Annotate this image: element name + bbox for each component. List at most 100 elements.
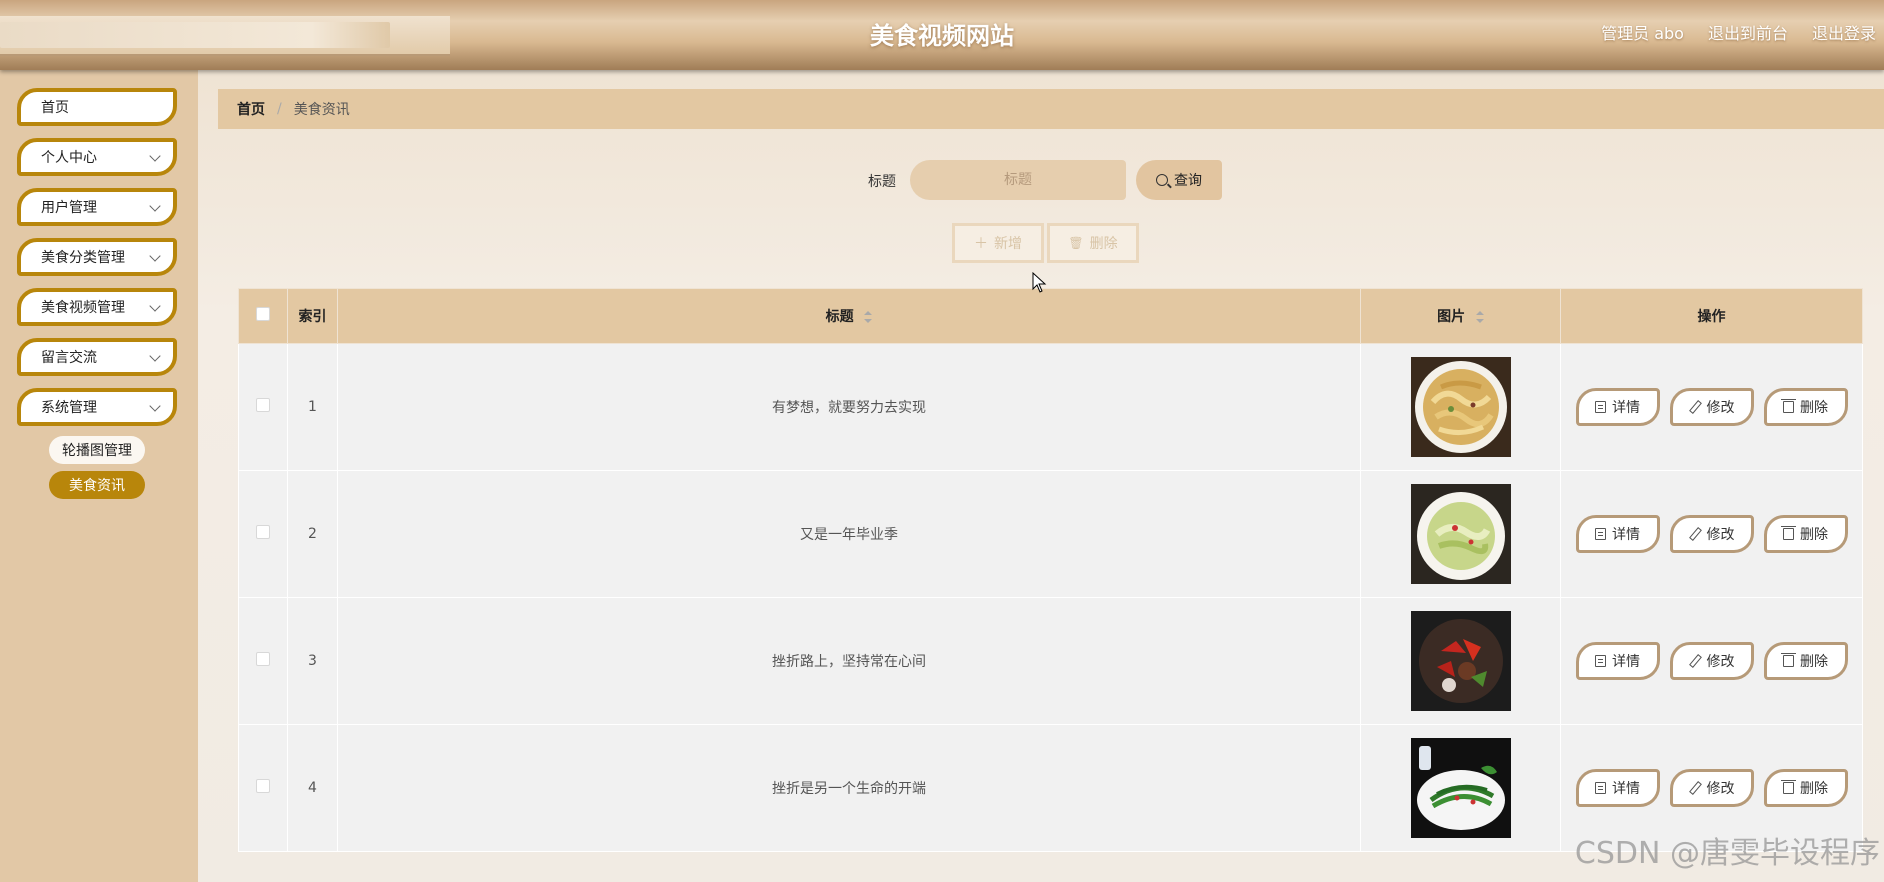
batch-delete-button[interactable]: 🗑 删除 (1047, 223, 1139, 263)
detail-button[interactable]: 详情 (1575, 642, 1660, 680)
plus-icon: ＋ (974, 236, 988, 252)
pencil-icon (1689, 782, 1701, 794)
edit-button[interactable]: 修改 (1669, 769, 1754, 807)
pasta-dish-icon[interactable] (1410, 357, 1511, 457)
sort-icon[interactable] (1475, 311, 1484, 323)
sidebar-item-label: 留言交流 (41, 350, 97, 366)
table-header-row: 索引 标题 图片 操作 (238, 288, 1863, 344)
add-button-label: 新增 (994, 236, 1022, 252)
watermark: CSDN @唐雯毕设程序 (1574, 836, 1880, 871)
sidebar-item-personal-center[interactable]: 个人中心 (17, 138, 177, 176)
delete-button-label: 删除 (1800, 527, 1828, 543)
sort-icon[interactable] (864, 311, 873, 323)
main-content: 首页 / 美食资讯 标题 查询 ＋ 新增 🗑 删除 索引 标题 (198, 70, 1884, 882)
row-image-cell (1360, 343, 1561, 471)
header-operation: 操作 (1560, 288, 1863, 344)
row-checkbox[interactable] (255, 525, 270, 539)
delete-button[interactable]: 删除 (1763, 515, 1848, 553)
header-index: 索引 (286, 288, 338, 344)
edit-button-label: 修改 (1706, 654, 1735, 670)
detail-button[interactable]: 详情 (1575, 769, 1660, 807)
trash-icon (1781, 780, 1796, 794)
chevron-down-icon (149, 400, 161, 412)
mouse-cursor-icon (1032, 272, 1047, 293)
cabbage-dish-icon[interactable] (1410, 484, 1511, 584)
row-checkbox[interactable] (255, 652, 270, 666)
sidebar-subitem-food-news[interactable]: 美食资讯 (49, 471, 145, 499)
top-bar-decoration (0, 16, 450, 56)
chevron-down-icon (149, 150, 161, 162)
delete-button[interactable]: 删除 (1763, 388, 1848, 426)
row-checkbox[interactable] (255, 398, 270, 412)
header-title-label: 标题 (825, 309, 854, 325)
row-title: 又是一年毕业季 (336, 470, 1362, 598)
row-image-cell (1360, 724, 1561, 852)
delete-button[interactable]: 删除 (1763, 769, 1848, 807)
row-image-cell (1360, 597, 1561, 725)
sidebar-subitem-carousel[interactable]: 轮播图管理 (49, 436, 145, 464)
sidebar-item-system[interactable]: 系统管理 (17, 388, 177, 426)
breadcrumb: 首页 / 美食资讯 (218, 89, 1884, 129)
top-links: 管理员 abo 退出到前台 退出登录 (1601, 20, 1884, 44)
top-bar-decoration-inner (0, 22, 390, 48)
news-table: 索引 标题 图片 操作 1 有梦想，就要努力去实现 详情 修改 删除 2 又是一… (238, 288, 1863, 852)
detail-button-label: 详情 (1612, 781, 1640, 797)
add-button[interactable]: ＋ 新增 (952, 223, 1044, 263)
select-all-checkbox[interactable] (255, 307, 270, 321)
edit-button-label: 修改 (1706, 781, 1735, 797)
chevron-down-icon (149, 300, 161, 312)
header-image[interactable]: 图片 (1360, 288, 1561, 344)
edit-button[interactable]: 修改 (1669, 515, 1754, 553)
delete-button-label: 删除 (1800, 400, 1828, 416)
row-operation-cell: 详情 修改 删除 (1560, 597, 1863, 725)
breadcrumb-home[interactable]: 首页 (237, 99, 265, 119)
pepper-meat-dish-icon[interactable] (1410, 611, 1511, 711)
row-title: 挫折路上，坚持常在心间 (336, 597, 1362, 725)
sidebar-item-home[interactable]: 首页 (17, 88, 177, 126)
edit-button[interactable]: 修改 (1669, 642, 1754, 680)
row-index: 2 (286, 470, 338, 598)
row-index: 4 (286, 724, 338, 852)
trash-icon (1781, 653, 1796, 667)
detail-button-label: 详情 (1612, 400, 1640, 416)
sidebar-item-label: 个人中心 (41, 150, 97, 166)
detail-button-label: 详情 (1612, 654, 1640, 670)
chevron-down-icon (149, 250, 161, 262)
select-all-cell (238, 288, 288, 344)
sidebar-item-label: 美食分类管理 (41, 250, 125, 266)
detail-button-label: 详情 (1612, 527, 1640, 543)
document-icon (1595, 782, 1606, 794)
row-title: 有梦想，就要努力去实现 (336, 343, 1362, 471)
admin-label: 管理员 abo (1601, 24, 1684, 43)
search-icon (1156, 174, 1168, 186)
green-bean-dish-icon[interactable] (1410, 738, 1511, 838)
search-input[interactable] (910, 160, 1126, 200)
pencil-icon (1689, 401, 1701, 413)
row-checkbox-cell (238, 470, 288, 598)
pencil-icon (1689, 655, 1701, 667)
document-icon (1595, 401, 1606, 413)
back-to-front-link[interactable]: 退出到前台 (1708, 20, 1788, 44)
row-checkbox-cell (238, 597, 288, 725)
delete-button[interactable]: 删除 (1763, 642, 1848, 680)
search-button[interactable]: 查询 (1136, 160, 1222, 200)
row-index: 1 (286, 343, 338, 471)
sidebar-item-label: 用户管理 (41, 200, 97, 216)
edit-button[interactable]: 修改 (1669, 388, 1754, 426)
table-row: 1 有梦想，就要努力去实现 详情 修改 删除 (238, 343, 1863, 471)
sidebar-item-label: 系统管理 (41, 400, 97, 416)
trash-icon (1781, 399, 1796, 413)
row-operation-cell: 详情 修改 删除 (1560, 470, 1863, 598)
row-checkbox[interactable] (255, 779, 270, 793)
logout-link[interactable]: 退出登录 (1812, 20, 1876, 44)
document-icon (1595, 528, 1606, 540)
edit-button-label: 修改 (1706, 527, 1735, 543)
sidebar-item-food-category[interactable]: 美食分类管理 (17, 238, 177, 276)
detail-button[interactable]: 详情 (1575, 515, 1660, 553)
sidebar-item-user-management[interactable]: 用户管理 (17, 188, 177, 226)
sidebar-item-food-video[interactable]: 美食视频管理 (17, 288, 177, 326)
sidebar-item-message[interactable]: 留言交流 (17, 338, 177, 376)
header-title[interactable]: 标题 (336, 288, 1362, 344)
detail-button[interactable]: 详情 (1575, 388, 1660, 426)
delete-button-label: 删除 (1800, 781, 1828, 797)
